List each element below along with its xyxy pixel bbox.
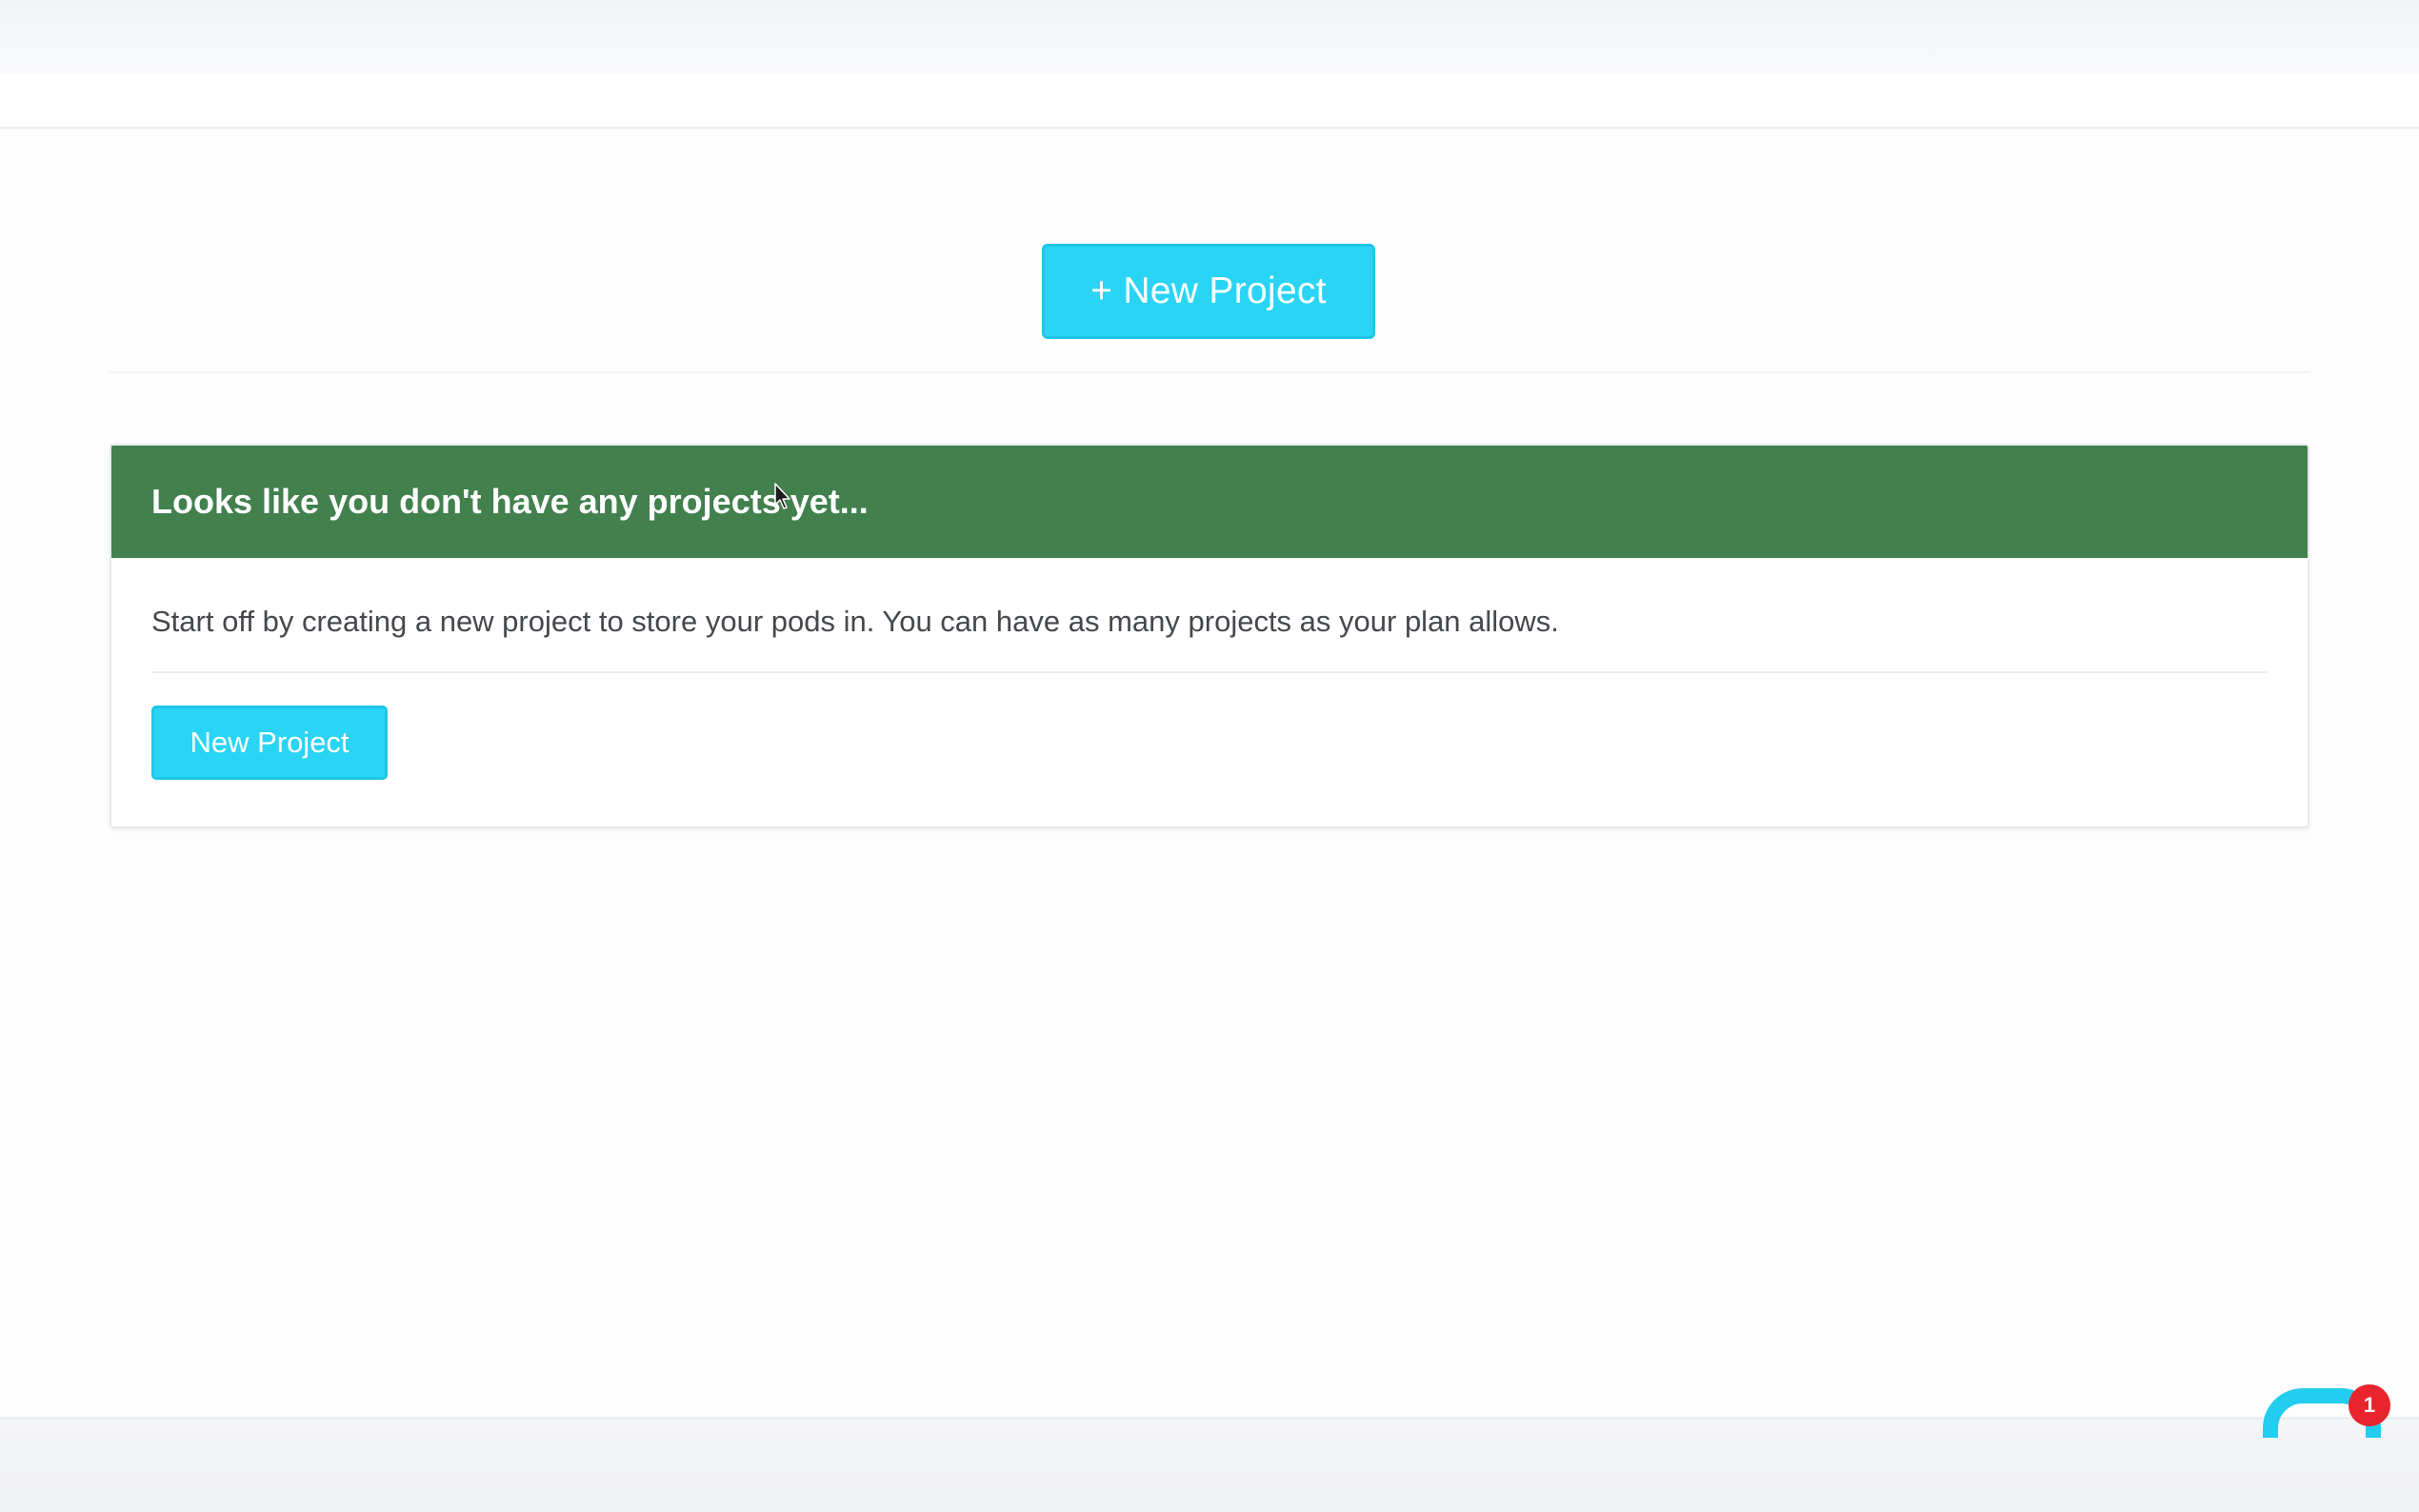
section-divider — [109, 371, 2310, 373]
empty-state-body: Start off by creating a new project to s… — [111, 558, 2308, 781]
card-divider — [151, 671, 2268, 674]
mouse-pointer-icon — [774, 483, 790, 509]
empty-state-title: Looks like you don't have any projects y… — [151, 482, 869, 521]
footer-area — [0, 1420, 2419, 1512]
top-navigation-bar — [0, 74, 2419, 129]
page: + New Project Looks like you don't have … — [0, 0, 2419, 1512]
empty-state-header: Looks like you don't have any projects y… — [111, 446, 2308, 558]
empty-state-card: Looks like you don't have any projects y… — [110, 444, 2309, 828]
empty-state-description: Start off by creating a new project to s… — [151, 605, 1559, 638]
browser-top-area — [0, 0, 2419, 74]
chat-notification-badge[interactable]: 1 — [2349, 1384, 2390, 1426]
new-project-button[interactable]: + New Project — [1042, 244, 1375, 339]
create-project-button[interactable]: New Project — [151, 706, 388, 781]
